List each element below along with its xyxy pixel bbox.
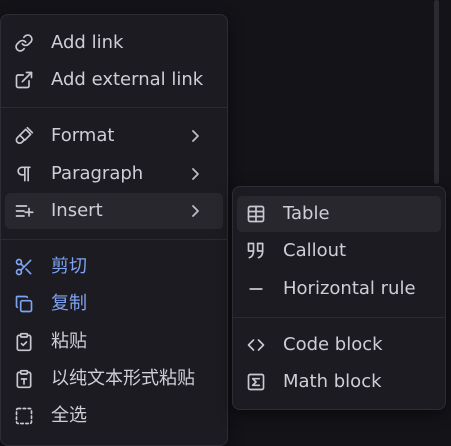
menu-item-select-all[interactable]: 全选 bbox=[5, 398, 223, 434]
chevron-right-icon bbox=[187, 203, 203, 219]
context-menu: Add link Add external link Format Paragr… bbox=[0, 14, 228, 446]
code-icon bbox=[246, 335, 266, 355]
menu-item-label: Add external link bbox=[51, 69, 204, 90]
quote-icon bbox=[246, 241, 266, 261]
menu-item-label: Paragraph bbox=[51, 163, 144, 184]
menu-item-label: 全选 bbox=[51, 405, 87, 426]
submenu-item-label: Horizontal rule bbox=[283, 278, 416, 299]
menu-item-label: 复制 bbox=[51, 293, 87, 314]
link-icon bbox=[14, 33, 34, 53]
sigma-icon bbox=[246, 372, 266, 392]
menu-item-label: 剪切 bbox=[51, 256, 87, 277]
select-all-icon bbox=[14, 406, 34, 426]
submenu-item-label: Code block bbox=[283, 334, 383, 355]
table-icon bbox=[246, 204, 266, 224]
menu-item-paste[interactable]: 粘贴 bbox=[5, 324, 223, 360]
menu-item-format[interactable]: Format bbox=[5, 118, 223, 154]
pilcrow-icon bbox=[14, 164, 34, 184]
menu-separator bbox=[1, 107, 227, 108]
scissors-icon bbox=[14, 257, 34, 277]
menu-item-label: 以纯文本形式粘贴 bbox=[51, 368, 195, 389]
menu-item-add-external-link[interactable]: Add external link bbox=[5, 62, 223, 98]
clipboard-check-icon bbox=[14, 332, 34, 352]
menu-separator bbox=[1, 239, 227, 240]
menu-item-paragraph[interactable]: Paragraph bbox=[5, 156, 223, 192]
submenu-item-code-block[interactable]: Code block bbox=[237, 327, 441, 363]
menu-item-paste-as-plain-text[interactable]: 以纯文本形式粘贴 bbox=[5, 361, 223, 397]
paintbrush-icon bbox=[14, 126, 34, 146]
submenu-item-label: Table bbox=[283, 203, 330, 224]
list-plus-icon bbox=[14, 201, 34, 221]
menu-item-cut[interactable]: 剪切 bbox=[5, 249, 223, 285]
chevron-right-icon bbox=[187, 128, 203, 144]
submenu-item-horizontal-rule[interactable]: Horizontal rule bbox=[237, 271, 441, 307]
chevron-right-icon bbox=[187, 166, 203, 182]
menu-item-copy[interactable]: 复制 bbox=[5, 286, 223, 322]
menu-item-insert[interactable]: Insert bbox=[5, 193, 223, 229]
menu-item-label: Insert bbox=[51, 200, 103, 221]
submenu-item-label: Math block bbox=[283, 371, 382, 392]
submenu-item-table[interactable]: Table bbox=[237, 196, 441, 232]
minus-icon bbox=[246, 279, 266, 299]
submenu-item-math-block[interactable]: Math block bbox=[237, 364, 441, 400]
menu-item-label: Format bbox=[51, 125, 115, 146]
insert-submenu: Table Callout Horizontal rule Code block… bbox=[232, 186, 446, 410]
menu-separator bbox=[233, 317, 445, 318]
scrollbar[interactable] bbox=[434, 0, 439, 184]
menu-item-label: Add link bbox=[51, 32, 124, 53]
clipboard-text-icon bbox=[14, 369, 34, 389]
menu-item-add-link[interactable]: Add link bbox=[5, 25, 223, 61]
external-link-icon bbox=[14, 70, 34, 90]
submenu-item-label: Callout bbox=[283, 240, 347, 261]
copy-icon bbox=[14, 294, 34, 314]
menu-item-label: 粘贴 bbox=[51, 331, 87, 352]
submenu-item-callout[interactable]: Callout bbox=[237, 233, 441, 269]
